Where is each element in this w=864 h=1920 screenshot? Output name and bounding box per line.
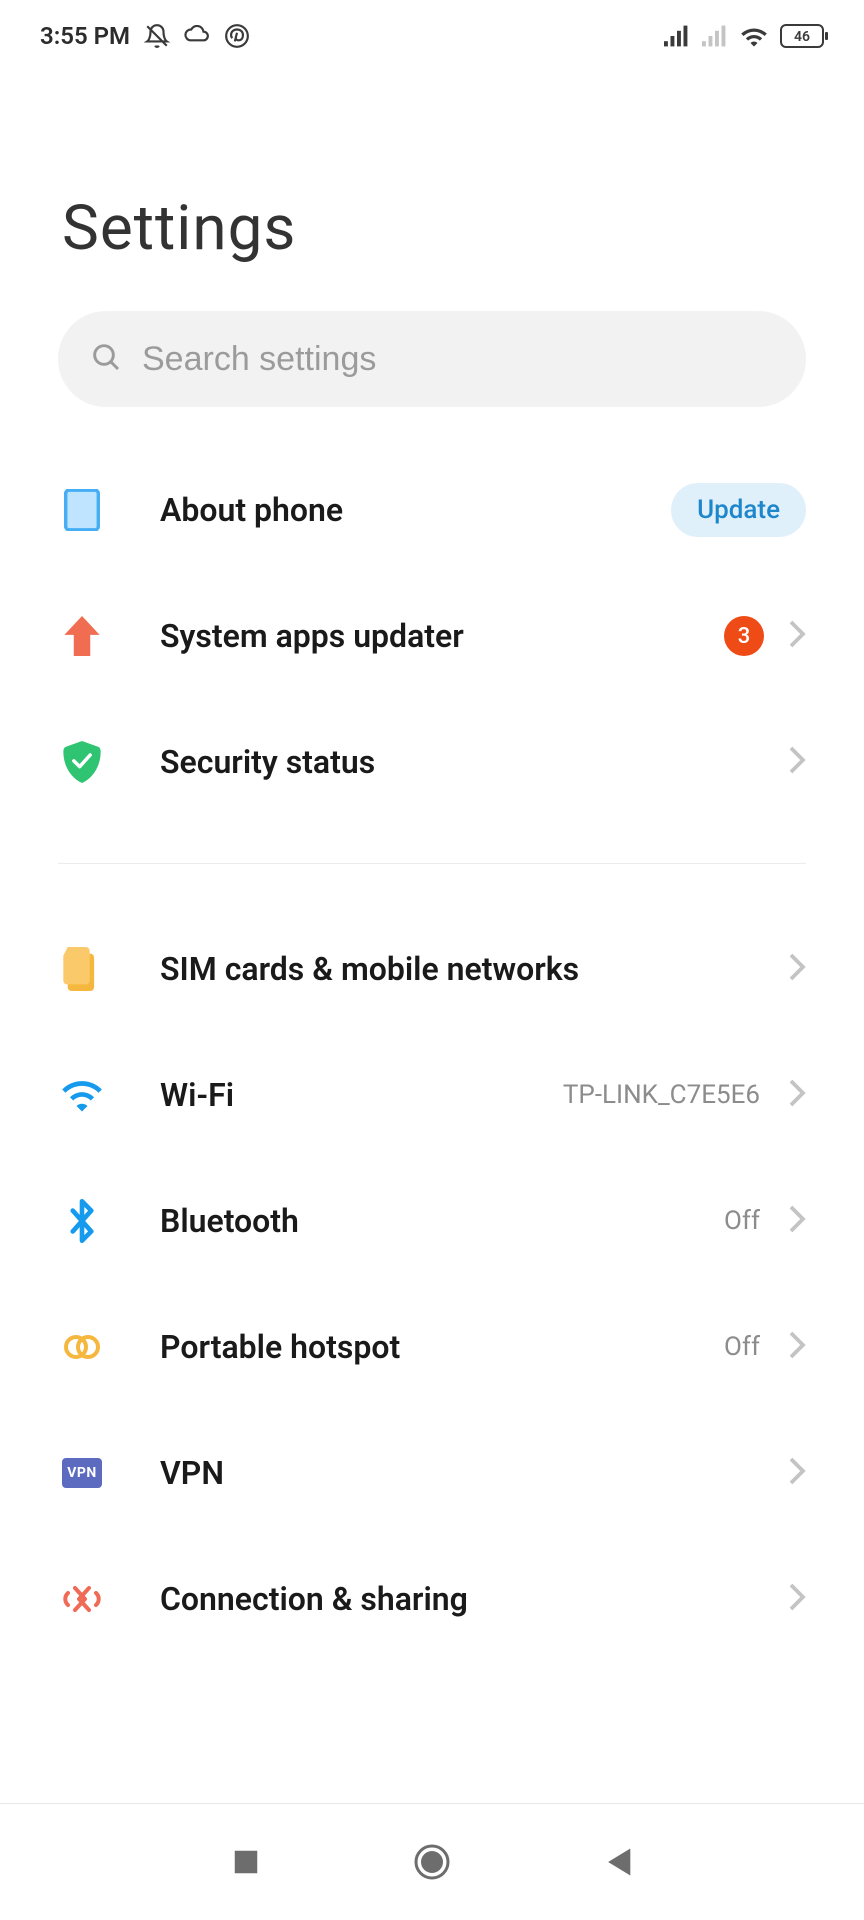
chevron-right-icon xyxy=(788,1204,806,1238)
item-bluetooth[interactable]: Bluetooth Off xyxy=(0,1158,864,1284)
cloud-icon xyxy=(184,25,210,47)
item-label: Security status xyxy=(160,743,788,781)
search-input[interactable] xyxy=(142,340,774,379)
count-badge: 3 xyxy=(724,616,764,656)
page-title: Settings xyxy=(0,72,864,265)
item-label: Bluetooth xyxy=(160,1202,724,1240)
item-value: Off xyxy=(724,1206,760,1236)
item-label: VPN xyxy=(160,1454,788,1492)
nav-home-button[interactable] xyxy=(372,1832,492,1892)
shield-check-icon xyxy=(60,740,104,784)
item-label: System apps updater xyxy=(160,617,724,655)
nav-back-button[interactable] xyxy=(558,1832,678,1892)
vpn-icon: VPN xyxy=(60,1451,104,1495)
item-sim-cards[interactable]: SIM cards & mobile networks xyxy=(0,906,864,1032)
chevron-right-icon xyxy=(788,619,806,653)
pinterest-icon xyxy=(224,23,250,49)
item-security-status[interactable]: Security status xyxy=(0,699,864,825)
phone-square-icon xyxy=(60,488,104,532)
hotspot-icon xyxy=(60,1325,104,1369)
item-label: SIM cards & mobile networks xyxy=(160,950,788,988)
status-left: 3:55 PM xyxy=(40,22,250,50)
item-hotspot[interactable]: Portable hotspot Off xyxy=(0,1284,864,1410)
status-bar: 3:55 PM 46 xyxy=(0,0,864,72)
chevron-right-icon xyxy=(788,1330,806,1364)
status-right: 46 xyxy=(664,23,830,49)
chevron-right-icon xyxy=(788,1456,806,1490)
item-connection-sharing[interactable]: Connection & sharing xyxy=(0,1536,864,1662)
nav-bar xyxy=(0,1804,864,1920)
chevron-right-icon xyxy=(788,745,806,779)
item-label: About phone xyxy=(160,491,671,529)
nav-recent-button[interactable] xyxy=(186,1832,306,1892)
item-label: Wi-Fi xyxy=(160,1076,563,1114)
chevron-right-icon xyxy=(788,1582,806,1616)
chevron-right-icon xyxy=(788,1078,806,1112)
search-box[interactable] xyxy=(58,311,806,407)
item-value: Off xyxy=(724,1332,760,1362)
battery-text: 46 xyxy=(794,29,810,45)
item-label: Connection & sharing xyxy=(160,1580,788,1618)
divider xyxy=(58,863,806,864)
status-time: 3:55 PM xyxy=(40,22,130,50)
item-wifi[interactable]: Wi-Fi TP-LINK_C7E5E6 xyxy=(0,1032,864,1158)
battery-icon: 46 xyxy=(780,23,830,49)
update-badge[interactable]: Update xyxy=(671,483,806,537)
wifi-icon xyxy=(740,25,768,47)
arrow-up-icon xyxy=(60,614,104,658)
sim-icon xyxy=(60,947,104,991)
search-icon xyxy=(90,341,122,377)
signal-2-icon xyxy=(702,25,728,47)
item-label: Portable hotspot xyxy=(160,1328,724,1366)
bluetooth-icon xyxy=(60,1199,104,1243)
item-vpn[interactable]: VPN VPN xyxy=(0,1410,864,1536)
item-value: TP-LINK_C7E5E6 xyxy=(563,1080,760,1110)
settings-list: About phone Update System apps updater 3… xyxy=(0,407,864,1662)
item-about-phone[interactable]: About phone Update xyxy=(0,447,864,573)
connection-icon xyxy=(60,1577,104,1621)
signal-1-icon xyxy=(664,25,690,47)
item-system-updater[interactable]: System apps updater 3 xyxy=(0,573,864,699)
wifi-setting-icon xyxy=(60,1073,104,1117)
chevron-right-icon xyxy=(788,952,806,986)
bell-off-icon xyxy=(144,23,170,49)
